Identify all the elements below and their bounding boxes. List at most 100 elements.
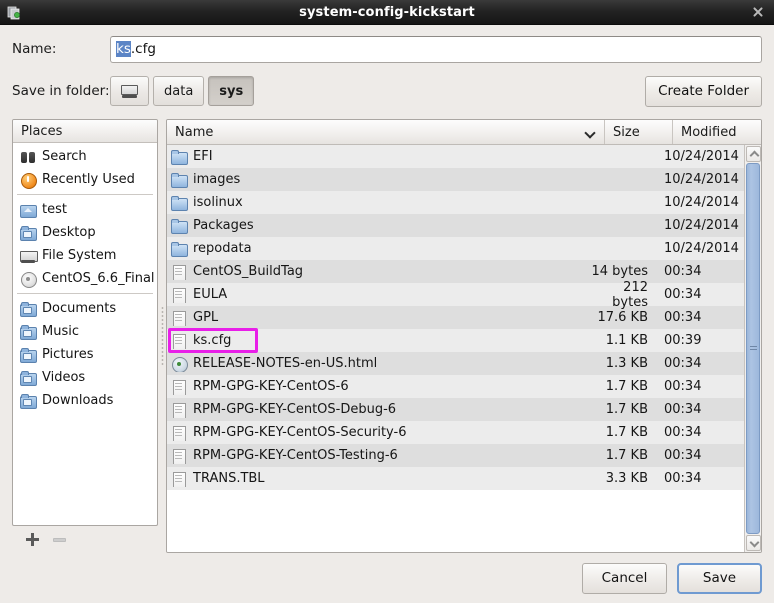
file-name-cell: EULA [167,287,588,303]
file-name-cell: RPM-GPG-KEY-CentOS-Debug-6 [167,402,588,418]
pictures-folder-icon [20,347,37,363]
sidebar-item-search[interactable]: Search [13,145,157,168]
document-icon [171,333,187,349]
path-button-data[interactable]: data [153,76,205,106]
table-row[interactable]: RELEASE-NOTES-en-US.html 1.3 KB 00:34 [167,352,744,375]
sidebar-item-music[interactable]: Music [13,320,157,343]
table-row[interactable]: images 10/24/2014 [167,168,744,191]
table-row[interactable]: repodata 10/24/2014 [167,237,744,260]
file-name-label: images [193,172,241,187]
sidebar-item-label: Desktop [42,225,96,240]
file-modified-cell: 10/24/2014 [664,195,739,210]
save-in-folder-row: Save in folder: data sys Create Folder [12,74,762,108]
window-titlebar: system-config-kickstart [0,0,774,25]
panel-splitter-handle[interactable] [158,119,166,553]
table-row[interactable]: ks.cfg 1.1 KB 00:39 [167,329,744,352]
folder-icon [171,172,188,188]
table-row[interactable]: TRANS.TBL 3.3 KB 00:34 [167,467,744,490]
close-icon[interactable] [751,5,765,19]
sidebar-item-downloads[interactable]: Downloads [13,389,157,412]
places-list-container: Places Search Recently Used test Desktop… [12,119,158,526]
file-modified-cell: 00:34 [664,402,702,417]
file-name-label: repodata [193,241,252,256]
file-list-vertical-scrollbar[interactable] [744,145,761,552]
file-size-cell: 14 bytes [591,264,649,279]
file-modified-cell: 10/24/2014 [664,149,739,164]
file-name-cell: ks.cfg [167,333,588,349]
save-in-folder-label: Save in folder: [12,83,110,99]
sidebar-item-label: CentOS_6.6_Final [42,271,155,286]
filename-selected-text: ks [116,41,131,57]
document-icon [171,379,187,395]
table-row[interactable]: RPM-GPG-KEY-CentOS-Security-6 1.7 KB 00:34 [167,421,744,444]
file-modified-cell: 00:34 [664,356,702,371]
dialog-top-form: Name: ks .cfg Save in folder: data sys Cr… [0,25,774,108]
document-icon [171,425,187,441]
file-name-cell: Packages [167,218,588,234]
plus-icon[interactable] [26,533,39,546]
file-name-cell: CentOS_BuildTag [167,264,588,280]
sidebar-item-videos[interactable]: Videos [13,366,157,389]
table-row[interactable]: EFI 10/24/2014 [167,145,744,168]
document-icon [171,287,187,303]
cancel-button[interactable]: Cancel [582,562,667,594]
sidebar-item-file-system[interactable]: File System [13,244,157,267]
path-button-filesystem[interactable] [110,76,149,106]
path-breadcrumb-bar: data sys [110,76,255,106]
file-name-label: TRANS.TBL [193,471,265,486]
sidebar-item-test[interactable]: test [13,198,157,221]
scrollbar-thumb[interactable] [746,163,760,534]
filename-rest-text: .cfg [130,41,156,57]
file-name-label: EFI [193,149,213,164]
file-size-cell: 17.6 KB [597,310,648,325]
scroll-up-arrow-icon[interactable] [745,146,761,162]
table-row[interactable]: CentOS_BuildTag 14 bytes 00:34 [167,260,744,283]
file-size-cell: 1.3 KB [605,356,648,371]
table-row[interactable]: RPM-GPG-KEY-CentOS-6 1.7 KB 00:34 [167,375,744,398]
file-name-label: RPM-GPG-KEY-CentOS-Testing-6 [193,448,398,463]
create-folder-button[interactable]: Create Folder [645,75,762,107]
filename-input[interactable]: ks .cfg [110,35,762,63]
dialog-main-area: Places Search Recently Used test Desktop… [12,119,762,553]
file-modified-cell: 00:34 [664,287,702,302]
column-header-size-label: Size [613,124,640,140]
column-header-modified[interactable]: Modified [673,120,761,144]
path-button-sys[interactable]: sys [208,76,255,106]
sidebar-item-recently-used[interactable]: Recently Used [13,168,157,191]
sidebar-item-pictures[interactable]: Pictures [13,343,157,366]
scrollbar-track[interactable] [746,163,761,534]
file-modified-cell: 00:34 [664,264,702,279]
file-browser: Name Size Modified EFI 10/24/2014 images 10… [166,119,762,553]
file-modified-cell: 00:34 [664,471,702,486]
save-file-dialog: system-config-kickstart Name: ks .cfg Sav… [0,0,774,603]
file-name-cell: images [167,172,588,188]
folder-icon [171,218,188,234]
sidebar-item-centos-disc[interactable]: CentOS_6.6_Final [13,267,157,290]
file-list-header: Name Size Modified [167,120,761,145]
file-name-cell: RPM-GPG-KEY-CentOS-6 [167,379,588,395]
save-button[interactable]: Save [677,562,762,594]
name-label: Name: [12,41,57,57]
sidebar-item-documents[interactable]: Documents [13,297,157,320]
file-size-cell: 1.7 KB [605,425,648,440]
folder-icon [171,241,188,257]
file-name-cell: GPL [167,310,588,326]
file-name-cell: RELEASE-NOTES-en-US.html [167,356,588,372]
drive-icon [121,84,138,98]
table-row[interactable]: isolinux 10/24/2014 [167,191,744,214]
sidebar-item-desktop[interactable]: Desktop [13,221,157,244]
table-row[interactable]: RPM-GPG-KEY-CentOS-Testing-6 1.7 KB 00:34 [167,444,744,467]
sidebar-item-label: Music [42,324,79,339]
file-name-label: GPL [193,310,219,325]
column-header-name[interactable]: Name [167,120,605,144]
table-row[interactable]: RPM-GPG-KEY-CentOS-Debug-6 1.7 KB 00:34 [167,398,744,421]
table-row[interactable]: GPL 17.6 KB 00:34 [167,306,744,329]
places-header: Places [13,120,157,143]
html-icon [171,356,188,372]
scroll-down-arrow-icon[interactable] [745,535,761,551]
file-modified-cell: 10/24/2014 [664,241,739,256]
table-row[interactable]: EULA 212 bytes 00:34 [167,280,744,310]
file-modified-cell: 10/24/2014 [664,172,739,187]
column-header-size[interactable]: Size [605,120,673,144]
table-row[interactable]: Packages 10/24/2014 [167,214,744,237]
